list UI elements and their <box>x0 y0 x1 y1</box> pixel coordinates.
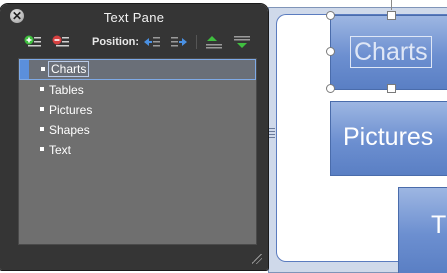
bullet-icon <box>40 87 44 91</box>
list-item-label: Text <box>49 143 72 157</box>
selection-handle-bottom-middle[interactable] <box>387 84 396 93</box>
pane-titlebar[interactable]: ✕ Text Pane <box>0 4 268 28</box>
list-item-charts[interactable]: Charts <box>19 59 256 80</box>
list-item-text-input[interactable]: Charts <box>48 61 90 77</box>
shape-text-text: T <box>431 211 447 239</box>
selection-handle-middle-left[interactable] <box>326 47 335 56</box>
rotation-line <box>391 0 392 10</box>
bullet-icon <box>40 147 44 151</box>
text-pane: ✕ Text Pane Position: Charts Tables Pict… <box>0 4 268 270</box>
bullet-icon <box>40 127 44 131</box>
selection-marker <box>20 60 29 79</box>
position-label: Position: <box>92 36 140 48</box>
bullet-icon <box>40 107 44 111</box>
toolbar-divider <box>196 35 197 49</box>
bullet-icon <box>41 67 45 71</box>
move-up-icon[interactable] <box>205 35 223 49</box>
pane-resize-grip-icon[interactable] <box>252 254 262 264</box>
smartart-resize-grip[interactable] <box>269 128 275 140</box>
list-item-shapes[interactable]: Shapes <box>19 120 256 140</box>
selection-handle-top-left[interactable] <box>326 11 335 20</box>
shape-text-pictures: Pictures <box>343 123 434 151</box>
smartart-shape-pictures[interactable]: Pictures <box>330 101 447 176</box>
selection-handle-bottom-left[interactable] <box>326 84 335 93</box>
move-down-icon[interactable] <box>233 35 251 49</box>
smartart-shape-charts[interactable]: Charts <box>330 15 447 90</box>
add-bullet-icon[interactable] <box>24 35 42 49</box>
list-item-pictures[interactable]: Pictures <box>19 100 256 120</box>
list-item-label: Pictures <box>49 103 93 117</box>
demote-icon[interactable] <box>170 35 188 49</box>
list-item-text[interactable]: Text <box>19 140 256 160</box>
pane-title: Text Pane <box>103 10 165 25</box>
list-item-label: Shapes <box>49 123 90 137</box>
list-item-label: Tables <box>49 83 84 97</box>
text-pane-list[interactable]: Charts Tables Pictures Shapes Text <box>18 58 257 245</box>
remove-bullet-icon[interactable] <box>52 35 70 49</box>
shape-text-charts[interactable]: Charts <box>350 36 432 68</box>
selection-handle-top-middle[interactable] <box>387 11 396 20</box>
pane-toolbar: Position: <box>0 31 268 53</box>
list-item-tables[interactable]: Tables <box>19 80 256 100</box>
smartart-shape-text[interactable]: T <box>398 187 447 273</box>
promote-icon[interactable] <box>143 35 161 49</box>
